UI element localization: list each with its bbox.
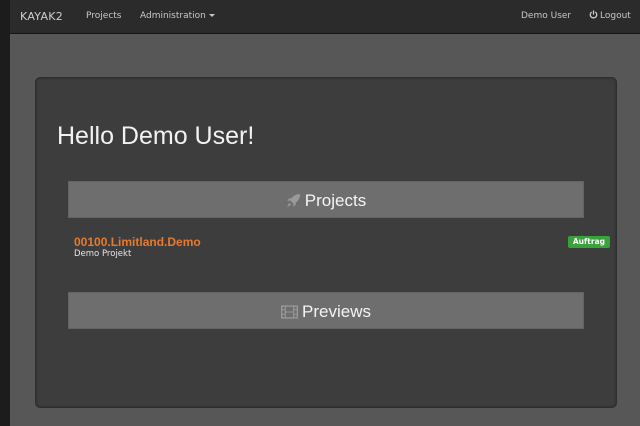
projects-section-header[interactable]: Projects [68,181,584,218]
caret-down-icon [208,14,215,17]
previews-section-header[interactable]: Previews [68,292,584,329]
previews-section-label: Previews [302,302,371,321]
power-icon [589,10,598,19]
project-title-link[interactable]: 00100.Limitland.Demo [74,235,201,249]
top-navbar: KAYAK2 Projects Administration Demo User… [10,0,640,34]
status-badge: Auftrag [567,236,610,248]
logout-label: Logout [600,11,631,21]
welcome-panel: Hello Demo User! Projects 00100.Limitlan… [35,77,617,408]
page: KAYAK2 Projects Administration Demo User… [10,0,640,426]
film-icon [281,305,299,319]
page-title: Hello Demo User! [57,122,255,150]
nav-administration-dropdown[interactable]: Administration [140,0,215,33]
projects-section-label: Projects [304,191,367,210]
brand-link[interactable]: KAYAK2 [20,0,63,33]
app-window: KAYAK2 Projects Administration Demo User… [0,0,640,426]
nav-user-link[interactable]: Demo User [521,0,571,33]
project-list-item: 00100.Limitland.Demo Demo Projekt Auftra… [74,235,610,265]
logout-link[interactable]: Logout [589,0,631,33]
nav-administration-label: Administration [140,11,206,21]
rocket-icon [286,193,300,208]
project-subtitle: Demo Projekt [74,249,132,259]
nav-projects-link[interactable]: Projects [86,0,121,33]
